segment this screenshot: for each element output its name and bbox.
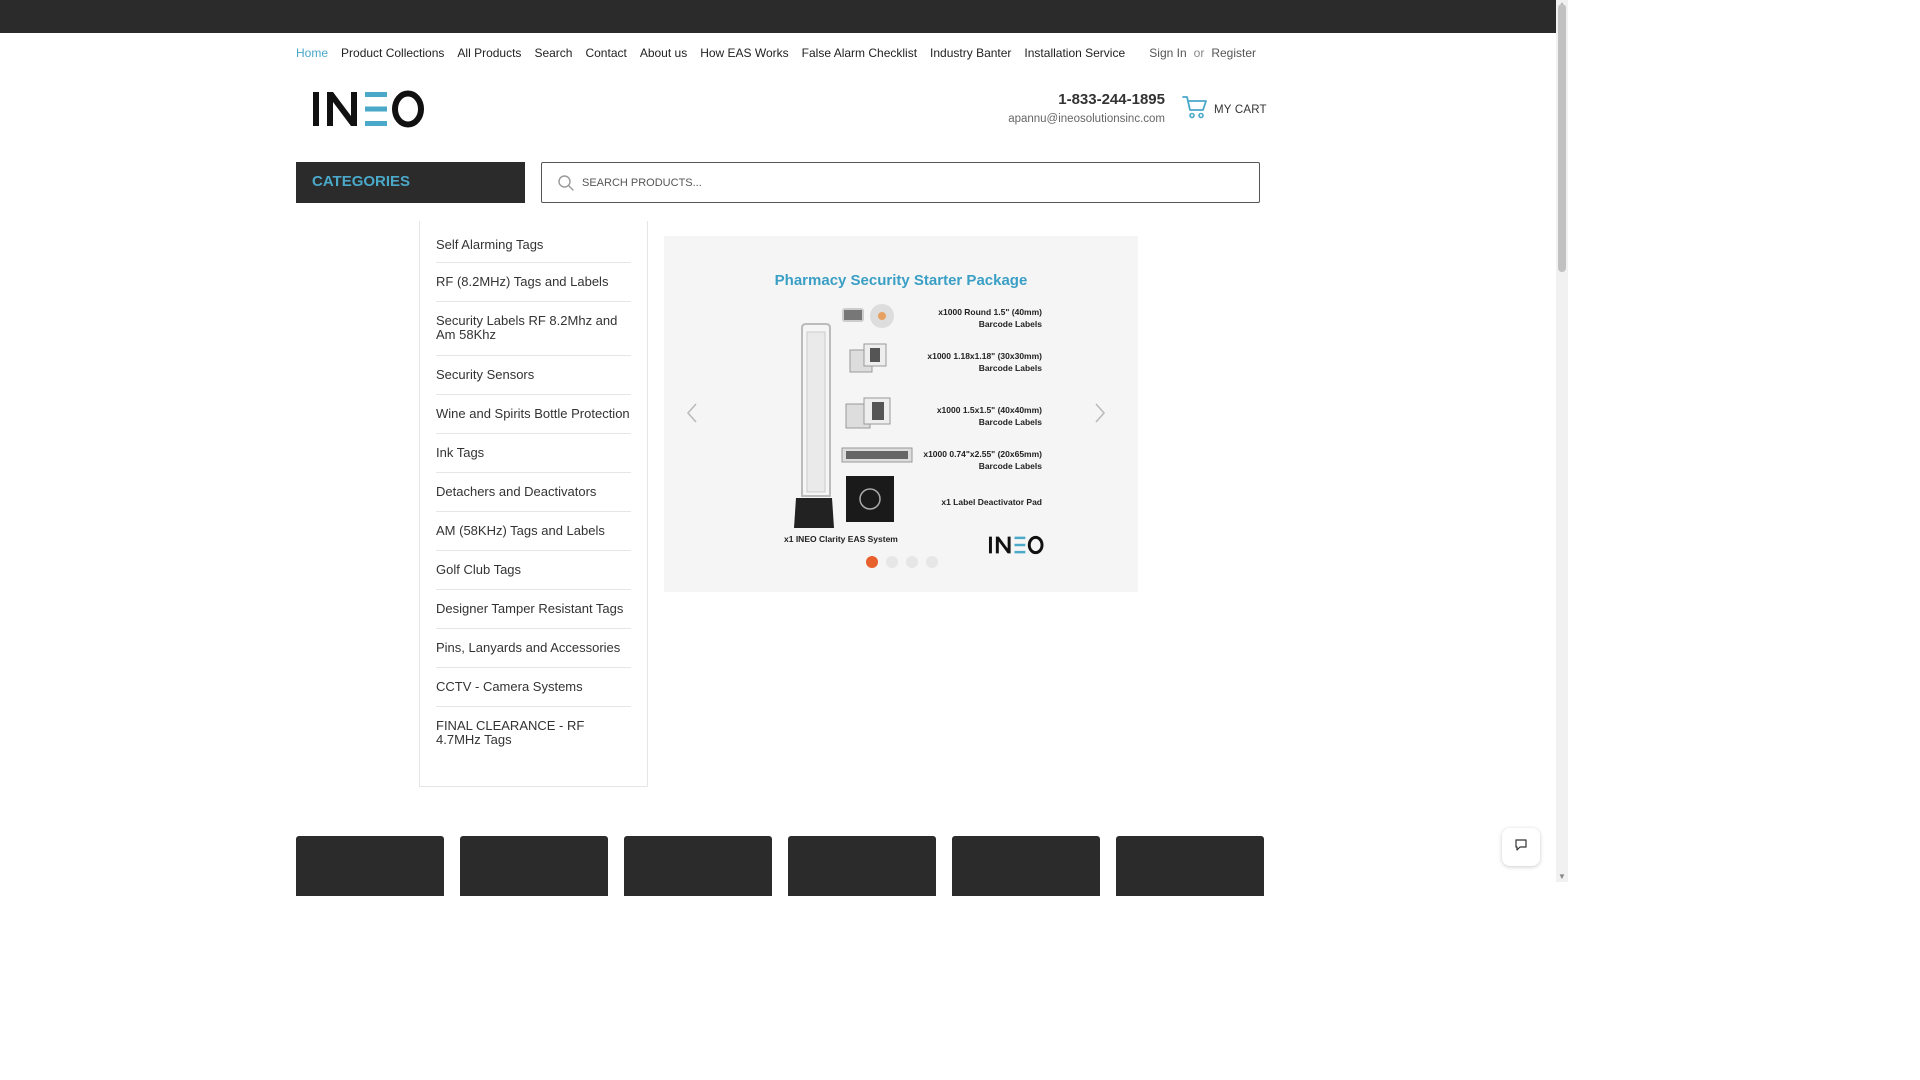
category-self-alarming-tags[interactable]: Self Alarming Tags (436, 221, 631, 263)
hero-slider[interactable]: Pharmacy Security Starter Package x1000 … (664, 236, 1138, 592)
email-address[interactable]: apannu@ineosolutionsinc.com (1008, 113, 1165, 125)
category-designer-tags[interactable]: Designer Tamper Resistant Tags (436, 590, 631, 629)
category-list: Self Alarming Tags RF (8.2MHz) Tags and … (419, 221, 648, 787)
category-golf-club-tags[interactable]: Golf Club Tags (436, 551, 631, 590)
chat-widget-button[interactable] (1502, 828, 1540, 866)
product-row (296, 836, 1264, 896)
register-link[interactable]: Register (1211, 46, 1256, 60)
slider-dot-2[interactable] (886, 556, 898, 568)
category-security-sensors[interactable]: Security Sensors (436, 356, 631, 395)
cart-icon (1182, 94, 1208, 125)
nav-how-eas-works[interactable]: How EAS Works (700, 46, 788, 60)
category-final-clearance[interactable]: FINAL CLEARANCE - RF 4.7MHz Tags (436, 707, 631, 757)
sign-in-link[interactable]: Sign In (1149, 46, 1186, 60)
or-separator: or (1193, 46, 1205, 60)
category-wine-spirits[interactable]: Wine and Spirits Bottle Protection (436, 395, 631, 434)
scroll-down-icon[interactable]: ▼ (1557, 872, 1567, 882)
top-bar (0, 0, 1556, 33)
slider-dots (866, 556, 938, 568)
category-pins-lanyards[interactable]: Pins, Lanyards and Accessories (436, 629, 631, 668)
nav-search[interactable]: Search (534, 46, 572, 60)
category-rf-tags-labels[interactable]: RF (8.2MHz) Tags and Labels (436, 263, 631, 302)
package-line-5: x1 Label Deactivator Pad (941, 497, 1042, 507)
slider-dot-4[interactable] (926, 556, 938, 568)
nav-about-us[interactable]: About us (640, 46, 687, 60)
scrollbar-thumb[interactable] (1558, 4, 1566, 272)
slide-product-illustration (794, 304, 913, 528)
slide-title: Pharmacy Security Starter Package (774, 272, 1028, 289)
categories-title: CATEGORIES (312, 173, 411, 190)
nav-all-products[interactable]: All Products (457, 46, 521, 60)
category-detachers[interactable]: Detachers and Deactivators (436, 473, 631, 512)
chat-icon (1514, 838, 1528, 857)
product-card[interactable] (788, 836, 936, 896)
nav-product-collections[interactable]: Product Collections (341, 46, 444, 60)
account-links: Sign In or Register (1149, 46, 1256, 60)
main-nav: Home Product Collections All Products Se… (296, 46, 1125, 60)
search-input[interactable] (582, 171, 1242, 195)
slide-logo (988, 534, 1044, 561)
nav-contact[interactable]: Contact (585, 46, 626, 60)
slider-dot-1[interactable] (866, 556, 878, 568)
nav-industry-banter[interactable]: Industry Banter (930, 46, 1011, 60)
package-line-1: x1000 Round 1.5" (40mm) Barcode Labels (938, 307, 1042, 329)
page-scrollbar[interactable]: ▲ ▼ (1556, 0, 1568, 882)
site-logo[interactable] (311, 88, 425, 130)
product-card[interactable] (1116, 836, 1264, 896)
categories-header[interactable]: CATEGORIES (296, 162, 525, 203)
package-line-3: x1000 1.5x1.5" (40x40mm) Barcode Labels (936, 405, 1042, 427)
product-card[interactable] (296, 836, 444, 896)
category-ink-tags[interactable]: Ink Tags (436, 434, 631, 473)
nav-home[interactable]: Home (296, 46, 328, 60)
search-box (541, 162, 1260, 203)
category-cctv[interactable]: CCTV - Camera Systems (436, 668, 631, 707)
category-am-tags-labels[interactable]: AM (58KHz) Tags and Labels (436, 512, 631, 551)
product-card[interactable] (952, 836, 1100, 896)
cart-button[interactable]: MY CART (1182, 94, 1267, 125)
slider-prev-icon[interactable] (684, 401, 700, 425)
package-line-4: x1000 0.74"x2.55" (20x65mm) Barcode Labe… (923, 449, 1042, 471)
phone-number[interactable]: 1-833-244-1895 (1058, 91, 1165, 108)
product-card[interactable] (460, 836, 608, 896)
nav-installation-service[interactable]: Installation Service (1024, 46, 1125, 60)
gate-caption: x1 INEO Clarity EAS System (784, 534, 898, 544)
slider-dot-3[interactable] (906, 556, 918, 568)
search-icon[interactable] (557, 174, 575, 197)
cart-label: MY CART (1214, 103, 1267, 116)
nav-false-alarm-checklist[interactable]: False Alarm Checklist (802, 46, 917, 60)
product-card[interactable] (624, 836, 772, 896)
package-line-2: x1000 1.18x1.18" (30x30mm) Barcode Label… (927, 351, 1042, 373)
slider-next-icon[interactable] (1092, 401, 1108, 425)
category-security-labels[interactable]: Security Labels RF 8.2Mhz and Am 58Khz (436, 302, 631, 356)
